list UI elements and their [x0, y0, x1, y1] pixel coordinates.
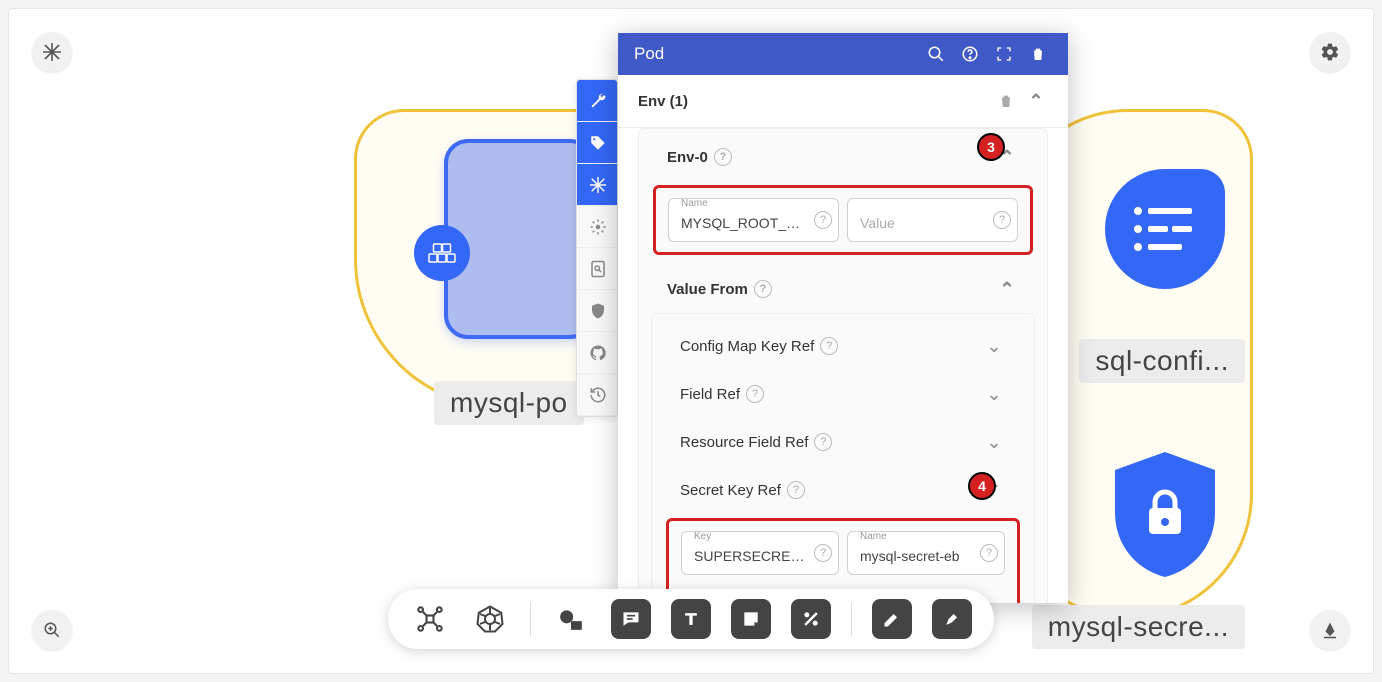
search-icon[interactable]: [922, 40, 950, 68]
rail-search-doc-icon[interactable]: [577, 248, 618, 290]
name-value-highlight: Name MYSQL_ROOT_PASSW ? Value ?: [653, 185, 1033, 255]
chevron-down-icon[interactable]: ⌄: [982, 430, 1006, 454]
resource-field-ref-row[interactable]: Resource Field Ref ? ⌄: [652, 418, 1034, 466]
callout-badge-4: 4: [968, 472, 996, 500]
rail-shield-icon[interactable]: [577, 290, 618, 332]
name-field-label: Name: [679, 198, 710, 210]
env-header-label: Env (1): [638, 93, 688, 110]
panel-header: Pod: [618, 33, 1068, 75]
env-value-placeholder: Value: [860, 209, 987, 231]
chevron-down-icon[interactable]: ⌄: [982, 382, 1006, 406]
value-from-label: Value From: [667, 281, 748, 298]
panel-body: Env (1) ⌃ 3 Env-0 ? ⌃: [618, 75, 1068, 603]
rail-history-icon[interactable]: [577, 374, 618, 416]
config-map-key-ref-label: Config Map Key Ref: [680, 338, 814, 355]
text-icon[interactable]: [671, 599, 711, 639]
toolbar-separator: [851, 602, 852, 636]
help-icon[interactable]: ?: [980, 544, 998, 562]
secret-key-field-label: Key: [692, 531, 713, 543]
help-icon[interactable]: ?: [714, 148, 732, 166]
panel-title: Pod: [634, 44, 664, 64]
secret-icon[interactable]: [1105, 449, 1225, 579]
secret-key-input[interactable]: Key SUPERSECRETPASS ?: [681, 531, 839, 575]
help-icon[interactable]: ?: [820, 337, 838, 355]
secret-key-ref-label: Secret Key Ref: [680, 482, 781, 499]
rail-tag-icon[interactable]: [577, 122, 618, 164]
edit-pencil-icon[interactable]: [872, 599, 912, 639]
kubernetes-icon[interactable]: [470, 599, 510, 639]
secret-key-value: SUPERSECRETPASS: [694, 542, 808, 564]
secret-name-field-label: Name: [858, 531, 889, 543]
env-name-value: MYSQL_ROOT_PASSW: [681, 209, 808, 231]
help-icon[interactable]: ?: [814, 433, 832, 451]
comment-icon[interactable]: [611, 599, 651, 639]
help-icon[interactable]: ?: [787, 481, 805, 499]
rail-snowflake-icon[interactable]: [577, 164, 618, 206]
bottom-toolbar: [388, 589, 994, 649]
field-ref-label: Field Ref: [680, 386, 740, 403]
secret-label[interactable]: mysql-secre...: [1032, 605, 1245, 649]
env0-label: Env-0: [667, 149, 708, 166]
help-icon[interactable]: ?: [814, 211, 832, 229]
env-name-input[interactable]: Name MYSQL_ROOT_PASSW ?: [668, 198, 839, 242]
config-map-key-ref-row[interactable]: Config Map Key Ref ? ⌄: [652, 322, 1034, 370]
toolbar-separator: [530, 602, 531, 636]
configmap-icon[interactable]: [1105, 169, 1225, 289]
chevron-up-icon[interactable]: ⌃: [995, 277, 1019, 301]
zoom-in-button[interactable]: [32, 610, 72, 650]
percent-icon[interactable]: [791, 599, 831, 639]
help-icon[interactable]: ?: [814, 544, 832, 562]
marker-icon[interactable]: [932, 599, 972, 639]
rail-wrench-icon[interactable]: [577, 80, 618, 122]
help-icon[interactable]: ?: [993, 211, 1011, 229]
snowflake-button[interactable]: [32, 32, 72, 72]
resource-field-ref-label: Resource Field Ref: [680, 434, 808, 451]
env-section-header[interactable]: Env (1) ⌃: [618, 75, 1068, 127]
shapes-icon[interactable]: [551, 599, 591, 639]
rail-gear-icon[interactable]: [577, 206, 618, 248]
help-icon[interactable]: [956, 40, 984, 68]
topology-icon[interactable]: [410, 599, 450, 639]
help-icon[interactable]: ?: [746, 385, 764, 403]
fullscreen-icon[interactable]: [990, 40, 1018, 68]
env-value-input[interactable]: Value ?: [847, 198, 1018, 242]
delete-icon[interactable]: [1024, 40, 1052, 68]
value-from-header[interactable]: Value From ? ⌃: [639, 265, 1047, 313]
settings-button[interactable]: [1310, 32, 1350, 72]
secret-name-value: mysql-secret-eb: [860, 542, 974, 564]
help-icon[interactable]: ?: [754, 280, 772, 298]
chevron-up-icon[interactable]: ⌃: [1024, 89, 1048, 113]
field-ref-row[interactable]: Field Ref ? ⌄: [652, 370, 1034, 418]
chevron-down-icon[interactable]: ⌄: [982, 334, 1006, 358]
sticky-note-icon[interactable]: [731, 599, 771, 639]
container-icon[interactable]: [414, 225, 470, 281]
callout-badge-3: 3: [977, 133, 1005, 161]
pod-editor-panel: Pod Env (1) ⌃ 3 Env-0: [618, 33, 1068, 603]
pen-button[interactable]: [1310, 610, 1350, 650]
panel-side-rail: [576, 79, 618, 417]
rail-github-icon[interactable]: [577, 332, 618, 374]
configmap-label[interactable]: sql-confi...: [1079, 339, 1245, 383]
env-delete-icon[interactable]: [994, 89, 1018, 113]
pod-label[interactable]: mysql-po: [434, 381, 584, 425]
secret-name-input[interactable]: Name mysql-secret-eb ?: [847, 531, 1005, 575]
